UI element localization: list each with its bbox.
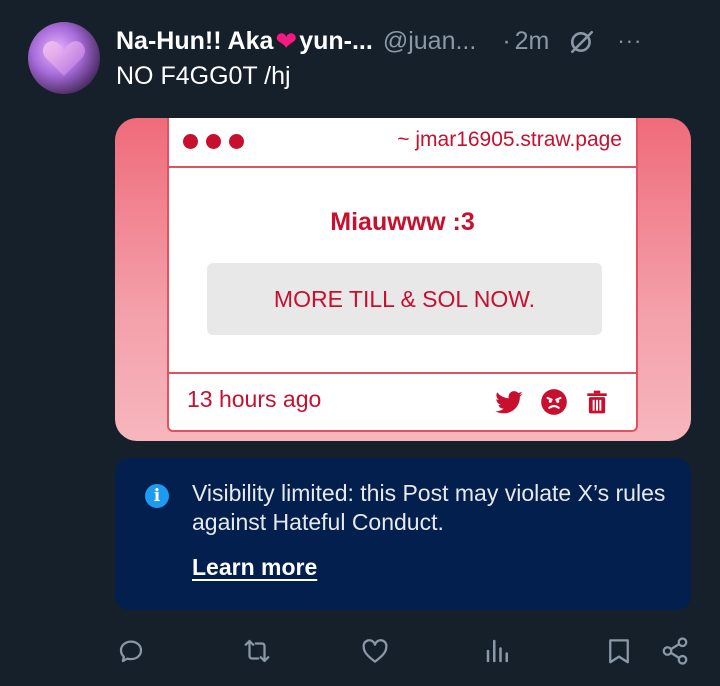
repost-icon[interactable]	[242, 636, 272, 666]
card-titlebar: ~ jmar16905.straw.page	[169, 118, 636, 168]
card-window: ~ jmar16905.straw.page Miauwww :3 MORE T…	[167, 118, 638, 432]
action-bar	[0, 630, 720, 670]
card-title: Miauwww :3	[330, 208, 475, 236]
learn-more-link[interactable]: Learn more	[192, 554, 317, 581]
like-icon[interactable]	[360, 636, 390, 666]
post-text: NO F4GG0T /hj	[116, 62, 291, 90]
info-icon: i	[145, 484, 169, 508]
grok-icon[interactable]	[569, 29, 594, 54]
separator-dot: ·	[502, 26, 511, 55]
share-icon[interactable]	[660, 636, 690, 666]
trash-icon	[584, 387, 610, 417]
angry-face-icon	[540, 388, 568, 416]
card-icons	[494, 387, 610, 417]
card-timestamp: 13 hours ago	[187, 386, 322, 412]
reply-icon[interactable]	[116, 636, 146, 666]
card-url: ~ jmar16905.straw.page	[397, 128, 622, 151]
avatar[interactable]	[28, 22, 100, 94]
post-header: Na-Hun!! Aka ❤ yun-... @juan... · 2m ···	[116, 26, 706, 56]
embedded-media-card[interactable]: ~ jmar16905.straw.page Miauwww :3 MORE T…	[115, 118, 691, 441]
display-name[interactable]: Na-Hun!! Aka	[116, 27, 273, 56]
card-footer: 13 hours ago	[169, 372, 636, 430]
heart-emoji-icon: ❤	[275, 25, 298, 56]
window-dots-icon	[183, 134, 244, 149]
avatar-heart-art	[42, 38, 86, 78]
bookmark-icon[interactable]	[604, 636, 634, 666]
display-name-rest[interactable]: yun-...	[299, 27, 373, 56]
card-message-box: MORE TILL & SOL NOW.	[207, 263, 602, 335]
more-options-icon[interactable]: ···	[617, 28, 642, 54]
post-time[interactable]: 2m	[515, 27, 550, 56]
notice-text: Visibility limited: this Post may violat…	[192, 480, 666, 535]
user-handle[interactable]: @juan...	[383, 27, 476, 56]
views-icon[interactable]	[483, 636, 513, 666]
twitter-bird-icon	[494, 387, 524, 417]
visibility-notice: i Visibility limited: this Post may viol…	[115, 458, 691, 610]
